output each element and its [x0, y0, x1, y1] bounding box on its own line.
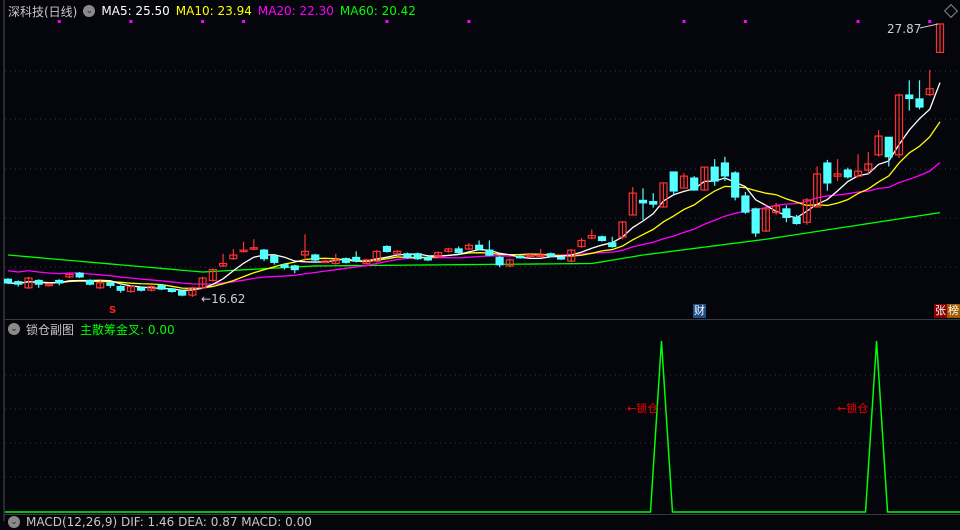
candle-down	[546, 253, 555, 257]
candle-down	[884, 136, 893, 158]
candle-down	[311, 254, 320, 261]
candle-down	[710, 166, 719, 182]
candle-down	[167, 288, 176, 293]
candle-down	[485, 249, 494, 256]
chevron-down-icon[interactable]: ⌄	[8, 516, 20, 528]
candle-down	[137, 287, 146, 291]
candle-down	[720, 162, 730, 177]
candle-down	[178, 290, 187, 296]
macd-label: MACD(12,26,9) DIF: 1.46 DEA: 0.87 MACD: …	[26, 515, 312, 529]
signal-dot	[682, 20, 686, 23]
candle-down	[55, 279, 64, 284]
candle-down	[741, 195, 750, 213]
candle-down	[14, 281, 23, 285]
rank-tag-2[interactable]: 榜	[947, 304, 960, 318]
candle-down	[475, 244, 484, 250]
signal-dot	[743, 20, 747, 23]
lock-signal-label: ←锁仓	[837, 402, 869, 415]
signal-dot	[129, 20, 133, 23]
rank-tag-1[interactable]: 张	[934, 304, 947, 318]
candle-down	[34, 279, 43, 285]
candle-down	[556, 256, 566, 260]
s-marker[interactable]: S	[108, 304, 117, 318]
macd-panel-header: ⌄ MACD(12,26,9) DIF: 1.46 DEA: 0.87 MACD…	[8, 514, 312, 530]
sub-panel-header: ⌄ 锁仓副图 主散筹金叉: 0.00	[8, 321, 175, 337]
ma10-line	[7, 121, 941, 290]
sub-indicator-line	[5, 340, 960, 513]
ma5-line	[7, 82, 941, 292]
candle-down	[382, 245, 392, 252]
candle-down	[290, 265, 299, 271]
signal-dot	[57, 20, 61, 23]
candle-down	[638, 199, 648, 204]
candle-down	[341, 258, 351, 263]
sub-panel-title: 锁仓副图	[26, 322, 75, 337]
candle-down	[690, 177, 699, 191]
candle-down	[515, 255, 525, 259]
candle-down	[270, 255, 279, 263]
candle-down	[116, 285, 125, 291]
candle-down	[792, 216, 801, 225]
candle-down	[403, 253, 412, 259]
candle-down	[782, 208, 791, 218]
candle-down	[608, 242, 617, 248]
signal-dot	[201, 20, 205, 23]
signal-dot	[928, 20, 932, 23]
candle-down	[259, 249, 269, 260]
candle-down	[85, 279, 95, 285]
candle-down	[495, 256, 504, 266]
low-price-label: ←16.62	[201, 292, 246, 306]
candle-down	[157, 284, 166, 290]
candle-down	[352, 256, 361, 262]
sub-panel-value: 主散筹金叉: 0.00	[80, 322, 175, 337]
high-price-label: 27.87	[887, 22, 922, 36]
candle-down	[597, 236, 607, 242]
signal-dot	[467, 20, 471, 23]
candlestick-chart[interactable]	[0, 0, 960, 521]
candle-down	[823, 162, 832, 184]
candle-down	[75, 272, 84, 278]
candle-down	[905, 94, 914, 100]
candle-down	[413, 253, 422, 260]
finance-tag[interactable]: 财	[693, 304, 706, 318]
signal-dot	[385, 20, 389, 23]
chevron-down-icon[interactable]: ⌄	[8, 323, 20, 335]
candle-down	[106, 282, 115, 286]
candle-down	[649, 201, 658, 205]
candle-down	[280, 264, 289, 268]
candle-down	[843, 169, 852, 178]
lock-signal-label: ←锁仓	[627, 402, 659, 415]
candle-down	[669, 171, 678, 192]
candle-down	[3, 278, 13, 284]
candle-down	[731, 172, 740, 198]
candle-down	[454, 248, 463, 254]
low-price-value: 16.62	[211, 292, 246, 306]
candle-down	[751, 208, 760, 234]
high-pointer	[919, 23, 939, 29]
signal-dot	[856, 20, 860, 23]
candle-down	[915, 98, 924, 108]
signal-dot	[242, 20, 246, 23]
candle-down	[423, 256, 433, 261]
